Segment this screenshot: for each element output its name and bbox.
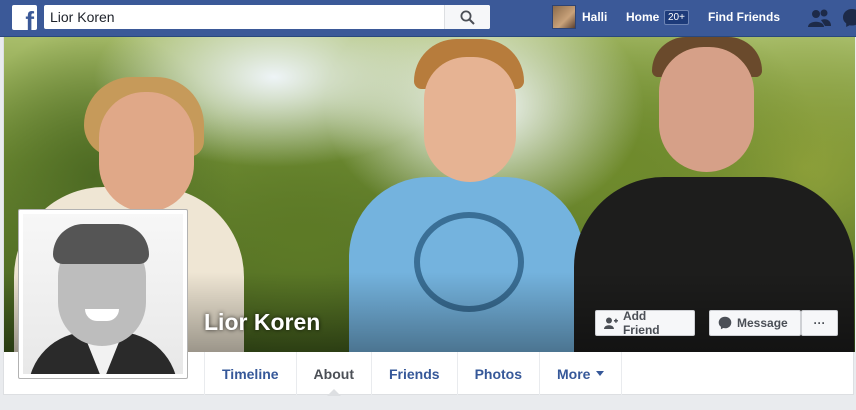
profile-picture[interactable] <box>18 209 188 379</box>
top-navigation-bar: f Halli Home 20+ Find Friends <box>0 0 856 37</box>
message-button[interactable]: Message <box>709 310 801 336</box>
photo-hair <box>53 224 149 264</box>
tab-photos-label: Photos <box>474 365 523 382</box>
more-options-button[interactable]: ··· <box>801 310 838 336</box>
message-label: Message <box>737 316 788 330</box>
cover-person-middle-face <box>424 57 516 182</box>
tab-friends-label: Friends <box>388 365 440 382</box>
profile-name[interactable]: Lior Koren <box>204 309 320 336</box>
user-name: Halli <box>582 10 608 24</box>
add-friend-button[interactable]: Add Friend <box>595 309 695 337</box>
friend-requests-icon[interactable] <box>807 8 831 28</box>
search-box <box>44 5 490 29</box>
profile-tabs: Timeline About Friends Photos More <box>204 352 623 396</box>
home-link[interactable]: Home <box>626 10 659 24</box>
find-friends-link[interactable]: Find Friends <box>708 10 780 24</box>
tab-about[interactable]: About <box>295 352 371 396</box>
tab-about-label: About <box>313 365 354 382</box>
search-input[interactable] <box>44 5 444 29</box>
tab-more[interactable]: More <box>539 352 623 395</box>
profile-photo <box>23 214 183 374</box>
cover-person-right-face <box>659 47 754 172</box>
messenger-icon[interactable] <box>842 8 856 28</box>
tab-timeline[interactable]: Timeline <box>204 352 296 395</box>
tab-photos[interactable]: Photos <box>456 352 539 395</box>
profile-header: Lior Koren Add Friend Message ··· Timeli… <box>3 37 855 396</box>
add-friend-label: Add Friend <box>622 309 660 337</box>
nav-user-profile[interactable]: Halli <box>552 4 607 30</box>
tab-more-label: More <box>557 365 591 382</box>
search-icon <box>460 10 475 25</box>
chevron-down-icon <box>596 371 605 376</box>
cover-person-left-face <box>99 92 194 212</box>
search-button[interactable] <box>444 5 490 29</box>
messenger-icon <box>718 316 732 330</box>
more-options-icon: ··· <box>813 316 826 330</box>
facebook-logo-icon[interactable]: f <box>12 5 37 30</box>
add-friend-icon <box>604 317 618 329</box>
tab-timeline-label: Timeline <box>222 365 279 382</box>
tab-friends[interactable]: Friends <box>370 352 457 395</box>
home-count-badge: 20+ <box>664 10 689 25</box>
user-avatar <box>552 5 576 29</box>
